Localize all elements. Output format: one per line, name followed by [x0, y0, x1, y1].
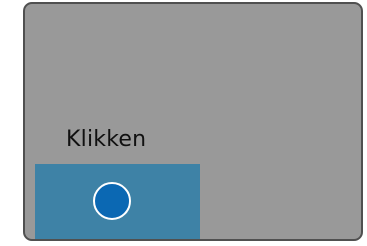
task-panel: Klikken	[23, 2, 363, 241]
instruction-label: Klikken	[66, 127, 147, 152]
circle-button-icon[interactable]	[93, 182, 131, 220]
click-zone	[35, 164, 200, 239]
